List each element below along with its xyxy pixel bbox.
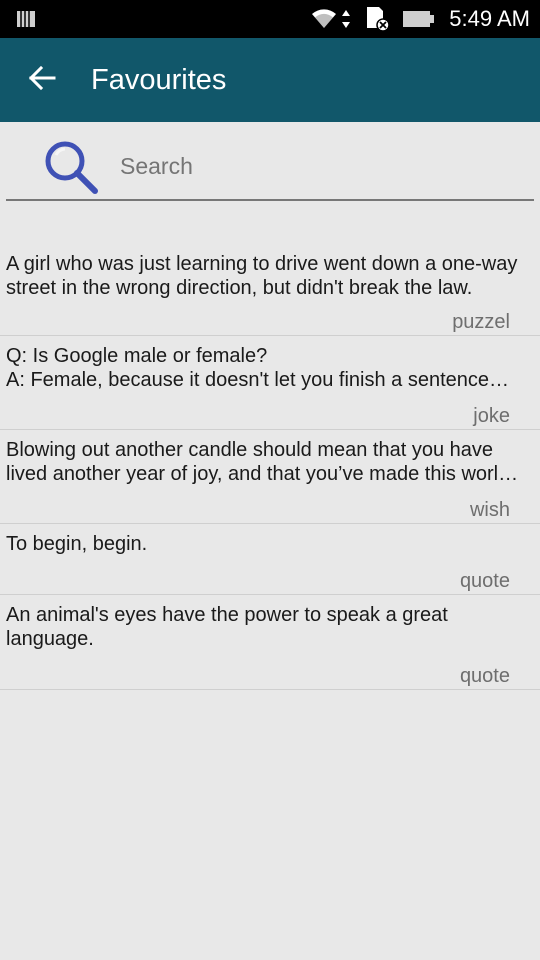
search-icon[interactable] [42, 138, 100, 196]
item-text: To begin, begin. [6, 533, 148, 555]
item-category: joke [473, 405, 510, 427]
item-category: puzzel [452, 311, 510, 333]
item-text: Blowing out another candle should mean t… [6, 439, 526, 485]
list-item[interactable]: To begin, begin. quote [0, 524, 540, 595]
item-category: wish [469, 499, 510, 521]
status-bar: 5:49 AM [0, 0, 540, 38]
arrow-back-icon [28, 65, 56, 96]
list-item[interactable]: An animal's eyes have the power to speak… [0, 595, 540, 690]
list-item[interactable]: A girl who was just learning to drive we… [0, 244, 540, 336]
back-button[interactable] [22, 60, 62, 100]
search-bar [6, 130, 534, 201]
wifi-icon [310, 6, 338, 30]
item-text: Q: Is Google male or female? A: Female, … [6, 345, 489, 391]
sd-card-icon [363, 6, 391, 32]
list-item[interactable]: Q: Is Google male or female? A: Female, … [0, 336, 540, 430]
item-text: A girl who was just learning to drive we… [6, 253, 518, 299]
app-bar: Favourites [0, 38, 540, 122]
page-title: Favourites [91, 64, 227, 96]
list-item[interactable]: Blowing out another candle should mean t… [0, 430, 540, 524]
search-input[interactable] [116, 148, 524, 184]
notification-icon [16, 9, 36, 29]
item-text: An animal's eyes have the power to speak… [6, 604, 448, 650]
search-underline [6, 199, 534, 201]
item-category: quote [459, 570, 510, 592]
favourites-list: A girl who was just learning to drive we… [0, 244, 540, 690]
item-category: quote [459, 665, 510, 687]
data-arrows-icon [341, 8, 351, 30]
battery-icon [403, 10, 435, 28]
status-time: 5:49 AM [449, 6, 530, 31]
